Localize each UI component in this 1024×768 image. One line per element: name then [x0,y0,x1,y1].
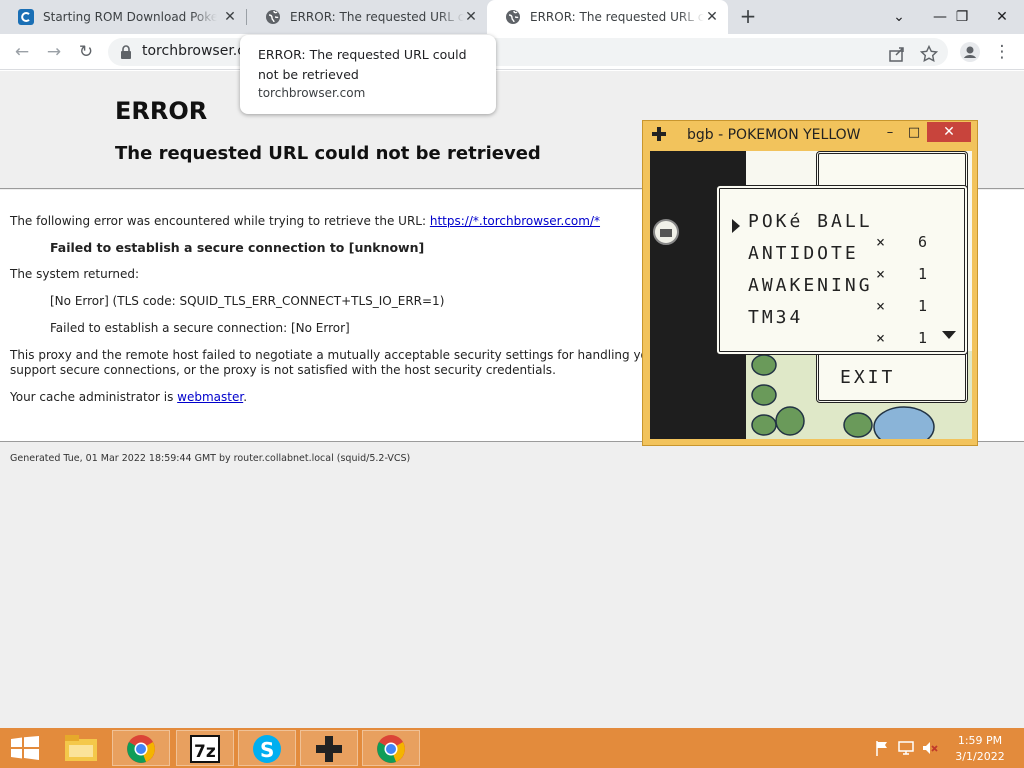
error-intro: The following error was encountered whil… [10,214,600,228]
bgb-icon [316,736,342,762]
secure-connection-failure: Failed to establish a secure connection:… [50,321,350,335]
close-icon[interactable]: ✕ [982,0,1022,34]
address-bar[interactable]: torchbrowser.com [108,38,948,66]
system-returned-label: The system returned: [10,267,140,281]
item-qty: × 6 [876,233,940,251]
taskbar: 7z S 1:59 PM 3/1/2022 [0,728,1024,768]
tooltip-title: ERROR: The requested URL could not be re… [258,47,467,82]
bgb-minimize-icon[interactable]: – [879,123,901,143]
tooltip-url: torchbrowser.com [258,86,366,100]
share-icon[interactable] [888,45,906,63]
tab-title: Starting ROM Download Pokemon Yellow [43,10,217,24]
chrome-icon [377,735,405,763]
error-heading: ERROR [115,97,208,125]
lock-icon[interactable] [120,45,132,59]
item-name[interactable]: POKé BALL [748,211,873,232]
bookmark-star-icon[interactable] [920,45,938,63]
windows-start-icon[interactable] [11,736,39,760]
tab-error-2-active[interactable]: ERROR: The requested URL could not be re… [487,0,728,34]
bgb-titlebar[interactable]: bgb - POKEMON YELLOW – □ ✕ [643,121,977,149]
taskbar-chrome[interactable] [112,730,170,766]
bgb-title: bgb - POKEMON YELLOW [687,127,861,143]
svg-text:S: S [260,738,274,762]
taskbar-file-explorer[interactable] [52,730,110,766]
network-icon[interactable] [898,740,914,756]
7zip-icon: 7z [190,735,220,763]
tab-close-icon[interactable]: ✕ [222,9,238,25]
error-subheading: The requested URL could not be retrieved [115,143,541,164]
new-tab-button[interactable]: + [737,6,759,28]
forward-arrow-icon[interactable]: → [42,40,66,64]
taskbar-7zip[interactable]: 7z [176,730,234,766]
svg-text:7z: 7z [194,742,216,762]
tab-error-1[interactable]: ERROR: The requested URL could not be re… [247,0,487,34]
explanation-line-2: support secure connections, or the proxy… [10,363,556,377]
chrome-icon [127,735,155,763]
cache-admin-period: . [243,390,248,404]
bgb-dpad-icon [652,127,666,141]
profile-avatar-icon[interactable] [960,42,980,62]
item-qty: × 1 [876,297,940,315]
item-name[interactable]: ANTIDOTE [748,243,859,264]
error-intro-text: The following error was encountered whil… [10,214,427,228]
file-explorer-icon [65,735,97,761]
cache-admin-text: Your cache administrator is [10,390,174,404]
item-qty: × 1 [876,329,940,347]
tab-title: ERROR: The requested URL could not be re… [290,10,464,24]
back-arrow-icon[interactable]: ← [10,40,34,64]
tab-search-chevron-down-icon[interactable]: ⌄ [879,0,919,34]
restore-icon[interactable]: ❐ [942,0,982,34]
reload-icon[interactable]: ↻ [74,40,98,64]
tab-strip: Starting ROM Download Pokemon Yellow ✕ E… [0,0,1024,34]
globe-icon [266,10,280,24]
app-c-icon [18,9,34,25]
bgb-emulator-window[interactable]: bgb - POKEMON YELLOW – □ ✕ EXIT POKé BAL… [642,120,978,446]
scroll-down-arrow-icon [942,331,956,339]
system-clock[interactable]: 1:59 PM 3/1/2022 [950,733,1010,765]
game-screen[interactable]: EXIT POKé BALL × 6 ANTIDOTE × 1 AWAKENIN… [650,151,972,439]
exit-option[interactable]: EXIT [840,367,895,388]
action-center-flag-icon[interactable] [874,740,890,756]
clock-date: 3/1/2022 [955,750,1005,763]
page-footer: Generated Tue, 01 Mar 2022 18:59:44 GMT … [10,453,411,464]
item-name[interactable]: AWAKENING [748,275,873,296]
menu-kebab-icon[interactable]: ⋮ [990,40,1014,64]
tab-title: ERROR: The requested URL could not be re… [530,10,704,24]
item-name[interactable]: TM34 [748,307,803,328]
item-menu[interactable]: POKé BALL × 6 ANTIDOTE × 1 AWAKENING × 1… [716,185,968,355]
npc-sprite-icon [653,219,679,245]
bgb-maximize-icon[interactable]: □ [903,123,925,143]
error-url-link[interactable]: https://*.torchbrowser.com/* [430,214,600,228]
tab-hover-tooltip: ERROR: The requested URL could not be re… [240,35,496,114]
tab-rom-download[interactable]: Starting ROM Download Pokemon Yellow ✕ [0,0,246,34]
volume-muted-icon[interactable] [922,740,938,756]
taskbar-bgb[interactable] [300,730,358,766]
taskbar-chrome-2[interactable] [362,730,420,766]
cache-admin-line: Your cache administrator is webmaster. [10,390,247,404]
menu-cursor-icon [732,219,740,233]
error-code: [No Error] (TLS code: SQUID_TLS_ERR_CONN… [50,294,445,308]
bgb-close-icon[interactable]: ✕ [927,122,971,142]
clock-time: 1:59 PM [957,734,1003,747]
item-qty: × 1 [876,265,940,283]
globe-icon [506,10,520,24]
skype-icon: S [253,735,281,763]
webmaster-link[interactable]: webmaster [177,390,243,404]
taskbar-skype[interactable]: S [238,730,296,766]
tab-close-icon[interactable]: ✕ [463,9,479,25]
tab-close-icon[interactable]: ✕ [704,9,720,25]
browser-toolbar: ← → ↻ torchbrowser.com ⋮ [0,34,1024,70]
failure-message: Failed to establish a secure connection … [50,240,425,255]
